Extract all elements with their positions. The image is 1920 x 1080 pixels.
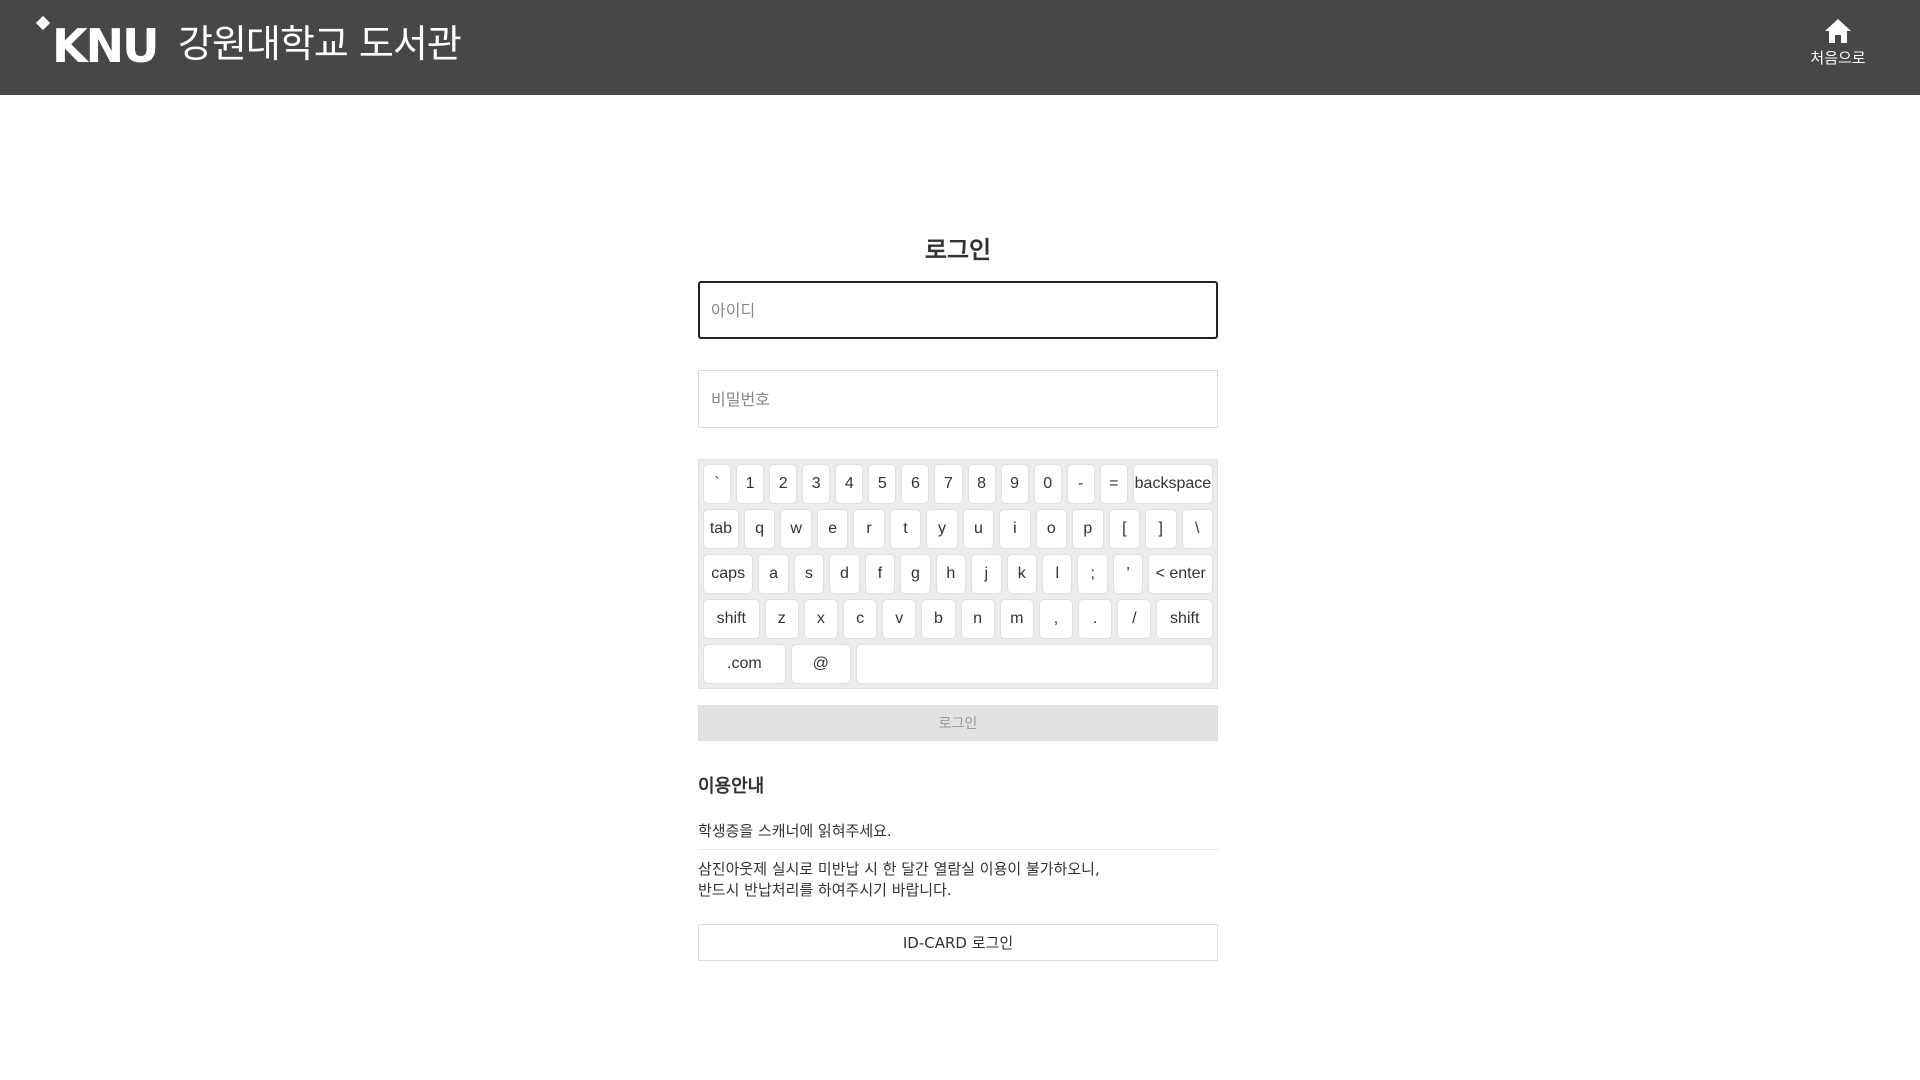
key-d[interactable]: d [829, 554, 860, 594]
key-4[interactable]: 4 [835, 464, 864, 504]
guide-item-scan: 학생증을 스캐너에 읽혀주세요. [698, 821, 1218, 850]
key-t[interactable]: t [889, 509, 922, 549]
logo-library-name: 강원대학교 도서관 [178, 22, 462, 66]
key-semicolon[interactable]: ; [1077, 554, 1108, 594]
key-period[interactable]: . [1078, 599, 1113, 639]
key-7[interactable]: 7 [934, 464, 963, 504]
key-right-bracket[interactable]: ] [1145, 509, 1177, 549]
key-dotcom[interactable]: .com [703, 644, 786, 684]
keyboard-row: caps a s d f g h j k l; ' < enter [703, 554, 1213, 594]
keyboard-row: ` 1 2 3 4 5 6 7 8 9 0- = backspace [703, 464, 1213, 504]
key-equals[interactable]: = [1099, 464, 1128, 504]
key-tab[interactable]: tab [703, 509, 739, 549]
key-slash[interactable]: / [1117, 599, 1152, 639]
key-quote[interactable]: ' [1112, 554, 1144, 594]
key-l[interactable]: l [1042, 554, 1073, 594]
key-k[interactable]: k [1006, 554, 1037, 594]
library-logo[interactable]: KNU 강원대학교 도서관 [34, 15, 462, 73]
login-title: 로그인 [924, 236, 992, 264]
header-bar: KNU 강원대학교 도서관 처음으로 [0, 0, 1920, 95]
key-m[interactable]: m [999, 599, 1034, 639]
key-2[interactable]: 2 [769, 464, 798, 504]
key-backtick[interactable]: ` [703, 464, 732, 504]
id-card-login-button[interactable]: ID-CARD 로그인 [698, 924, 1218, 961]
key-y[interactable]: y [926, 509, 958, 549]
usage-guide-title: 이용안내 [698, 776, 765, 797]
home-button[interactable]: 처음으로 [1800, 18, 1876, 78]
key-j[interactable]: j [971, 554, 1002, 594]
key-g[interactable]: g [900, 554, 931, 594]
key-comma[interactable]: , [1038, 599, 1074, 639]
key-b[interactable]: b [921, 599, 956, 639]
key-5[interactable]: 5 [868, 464, 897, 504]
guide-return-line-2: 반드시 반납처리를 하여주시기 바랍니다. [698, 881, 952, 899]
logo-knu-text: KNU [52, 19, 159, 73]
user-id-input[interactable] [698, 281, 1218, 339]
keyboard-row: tab q w e r t y u i o p[] \ [703, 509, 1213, 549]
key-shift[interactable]: shift [703, 599, 760, 639]
home-label: 처음으로 [1810, 49, 1866, 67]
key-n[interactable]: n [960, 599, 995, 639]
key-left-bracket[interactable]: [ [1108, 509, 1141, 549]
key-s[interactable]: s [793, 554, 825, 594]
key-minus[interactable]: - [1066, 464, 1095, 504]
key-0[interactable]: 0 [1033, 464, 1062, 504]
key-r[interactable]: r [853, 509, 885, 549]
key-shift[interactable]: shift [1156, 599, 1214, 639]
key-a[interactable]: a [758, 554, 789, 594]
key-f[interactable]: f [864, 554, 896, 594]
key-z[interactable]: z [764, 599, 799, 639]
key-c[interactable]: c [843, 599, 878, 639]
key-i[interactable]: i [999, 509, 1031, 549]
key-caps[interactable]: caps [703, 554, 754, 594]
key-backspace[interactable]: backspace [1132, 464, 1213, 504]
home-icon [1825, 19, 1851, 43]
key-3[interactable]: 3 [802, 464, 831, 504]
key-v[interactable]: v [882, 599, 917, 639]
login-button[interactable]: 로그인 [698, 705, 1218, 741]
key-1[interactable]: 1 [736, 464, 765, 504]
key-enter[interactable]: < enter [1148, 554, 1213, 594]
key-e[interactable]: e [816, 509, 849, 549]
knu-logo-mark: KNU [34, 15, 166, 73]
key-w[interactable]: w [780, 509, 812, 549]
key-6[interactable]: 6 [901, 464, 930, 504]
key-h[interactable]: h [935, 554, 967, 594]
keyboard-row: .com @ [703, 644, 1213, 684]
key-at[interactable]: @ [790, 644, 851, 684]
key-u[interactable]: u [962, 509, 995, 549]
key-8[interactable]: 8 [967, 464, 996, 504]
key-x[interactable]: x [803, 599, 839, 639]
guide-return-line-1: 삼진아웃제 실시로 미반납 시 한 달간 열람실 이용이 불가하오니, [698, 860, 1100, 878]
key-p[interactable]: p [1072, 509, 1104, 549]
key-space[interactable] [855, 644, 1213, 684]
virtual-keyboard: ` 1 2 3 4 5 6 7 8 9 0- = backspace tab q w e r t y u i o p[] \ ca… [698, 459, 1218, 689]
key-9[interactable]: 9 [1000, 464, 1029, 504]
logo-diamond-icon [35, 15, 51, 31]
key-backslash[interactable]: \ [1181, 509, 1213, 549]
password-input[interactable] [698, 370, 1218, 428]
keyboard-row: shift z x c v b n m,. / shift [703, 599, 1214, 639]
key-o[interactable]: o [1035, 509, 1068, 549]
key-q[interactable]: q [743, 509, 776, 549]
guide-item-return-notice: 삼진아웃제 실시로 미반납 시 한 달간 열람실 이용이 불가하오니, 반드시 … [698, 859, 1218, 901]
